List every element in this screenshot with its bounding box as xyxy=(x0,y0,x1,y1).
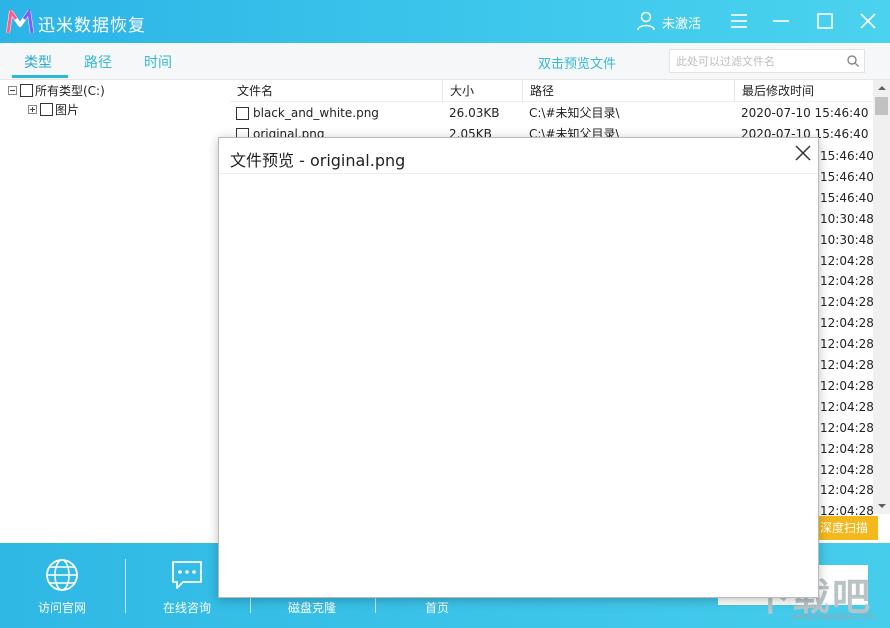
tree-images-label: 图片 xyxy=(55,102,80,117)
table-row[interactable]: black_and_white.png 26.03KB C:\#未知父目录\ 2… xyxy=(230,103,873,124)
file-modified-partial: 12:04:28 xyxy=(820,399,874,414)
file-modified-partial: 12:04:28 xyxy=(820,462,874,477)
file-modified-partial: 15:46:40 xyxy=(820,190,874,205)
close-icon[interactable] xyxy=(857,10,879,32)
dialog-divider xyxy=(219,173,818,174)
file-modified-partial: 12:04:28 xyxy=(820,295,874,310)
nav-divider xyxy=(125,559,126,613)
file-modified-partial: 12:04:28 xyxy=(820,316,874,331)
visit-website-label: 访问官网 xyxy=(37,601,86,615)
tree-root-label: 所有类型(C:) xyxy=(35,83,105,98)
column-header-size[interactable]: 大小 xyxy=(443,80,523,102)
file-name: black_and_white.png xyxy=(253,106,379,120)
category-tree: 所有类型(C:) 图片 xyxy=(0,80,230,543)
visit-website-button[interactable]: 访问官网 xyxy=(2,543,122,628)
preview-hint: 双击预览文件 xyxy=(538,57,617,72)
title-bar: 迅米数据恢复 未激活 xyxy=(0,0,890,43)
search-icon[interactable] xyxy=(846,54,860,68)
file-modified-partial: 12:04:28 xyxy=(820,358,874,372)
file-modified-partial: 10:30:48 xyxy=(820,211,874,226)
filter-box xyxy=(669,49,865,73)
dialog-close-icon[interactable] xyxy=(793,143,813,163)
user-icon[interactable] xyxy=(637,11,655,31)
file-modified-partial: 12:04:28 xyxy=(820,337,874,352)
chat-icon xyxy=(172,561,202,589)
home-label: 首页 xyxy=(424,601,449,615)
file-modified-partial: 12:04:28 xyxy=(820,441,874,456)
filter-input[interactable] xyxy=(670,50,840,72)
watermark-url: www.xiazaiba.com xyxy=(792,612,876,622)
column-header-name[interactable]: 文件名 xyxy=(230,80,443,102)
row-checkbox[interactable] xyxy=(236,107,249,120)
app-title: 迅米数据恢复 xyxy=(38,16,146,36)
file-modified-partial: 12:04:28 xyxy=(820,420,874,435)
maximize-icon[interactable] xyxy=(814,10,836,32)
tab-type[interactable]: 类型 xyxy=(24,52,52,72)
tab-time[interactable]: 时间 xyxy=(144,52,172,72)
tree-images-checkbox[interactable] xyxy=(40,102,53,116)
file-modified-partial: 12:04:28 xyxy=(820,253,874,268)
minimize-icon[interactable] xyxy=(770,10,792,32)
activation-status[interactable]: 未激活 xyxy=(662,13,701,32)
collapse-icon[interactable] xyxy=(8,85,17,95)
app-logo-icon xyxy=(6,9,34,34)
tree-root-checkbox[interactable] xyxy=(20,83,33,97)
file-modified-partial: 12:04:28 xyxy=(820,274,874,289)
menu-icon[interactable] xyxy=(728,10,750,32)
file-preview-dialog: 文件预览 - original.png xyxy=(218,137,819,598)
file-modified-partial: 15:46:40 xyxy=(820,169,874,184)
scroll-down-icon[interactable] xyxy=(873,498,890,514)
active-tab-indicator xyxy=(12,75,68,78)
table-header: 文件名 大小 路径 最后修改时间 xyxy=(230,80,873,102)
tree-item-root[interactable]: 所有类型(C:) xyxy=(8,81,105,99)
online-consult-label: 在线咨询 xyxy=(162,601,211,615)
file-modified-partial: 12:04:28 xyxy=(820,483,874,498)
dialog-title: 文件预览 - original.png xyxy=(230,151,406,170)
globe-icon xyxy=(46,559,78,591)
file-size: 26.03KB xyxy=(449,106,500,120)
file-path: C:\#未知父目录\ xyxy=(529,106,620,120)
tree-item-images[interactable]: 图片 xyxy=(28,100,79,118)
file-modified: 2020-07-10 15:46:40 xyxy=(741,106,869,120)
file-modified-partial: 12:04:28 xyxy=(820,378,874,393)
column-header-path[interactable]: 路径 xyxy=(523,80,735,102)
file-modified-partial: 10:30:48 xyxy=(820,232,874,247)
expand-icon[interactable] xyxy=(28,104,37,114)
column-header-modified[interactable]: 最后修改时间 xyxy=(735,80,873,102)
table-scrollbar[interactable] xyxy=(873,80,890,514)
tab-path[interactable]: 路径 xyxy=(84,52,112,72)
scroll-up-icon[interactable] xyxy=(873,80,890,96)
file-modified-partial: 15:46:40 xyxy=(820,149,874,163)
scroll-thumb[interactable] xyxy=(875,97,888,115)
disk-clone-label: 磁盘克隆 xyxy=(287,601,336,615)
